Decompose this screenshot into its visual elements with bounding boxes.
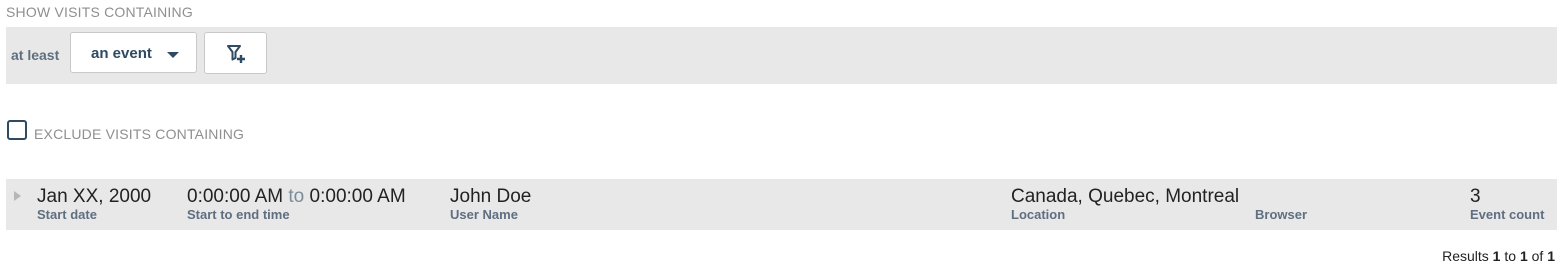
event-type-dropdown[interactable]: an event <box>70 32 197 73</box>
user-name-value: John Doe <box>450 186 532 207</box>
location-cell: Canada, Quebec, Montreal Location <box>1011 186 1239 222</box>
event-count-value: 3 <box>1470 186 1481 207</box>
time-connector: to <box>288 186 305 207</box>
results-summary: Results 1 to 1 of 1 <box>1442 248 1555 264</box>
add-filter-button[interactable] <box>204 32 267 74</box>
filter-plus-icon <box>227 45 245 63</box>
start-date-label: Start date <box>37 207 97 222</box>
event-type-selected: an event <box>91 45 152 62</box>
event-count-cell: 3 Event count <box>1470 186 1544 222</box>
caret-down-icon <box>167 52 179 58</box>
expand-arrow-icon[interactable] <box>14 191 21 201</box>
results-from: 1 <box>1492 248 1501 264</box>
event-count-label: Event count <box>1470 207 1545 222</box>
end-time-value: 0:00:00 AM <box>309 186 406 207</box>
show-visits-title: SHOW VISITS CONTAINING <box>6 4 193 20</box>
exclude-visits-label[interactable]: EXCLUDE VISITS CONTAINING <box>34 126 244 142</box>
exclude-checkbox[interactable] <box>7 120 27 140</box>
browser-cell: Browser <box>1255 186 1307 222</box>
user-name-cell: John Doe User Name <box>450 186 531 222</box>
browser-value <box>1255 186 1307 208</box>
location-value: Canada, Quebec, Montreal <box>1011 186 1240 207</box>
location-label: Location <box>1011 207 1066 222</box>
results-prefix: Results <box>1442 248 1489 264</box>
browser-label: Browser <box>1255 207 1308 222</box>
quantifier-label: at least <box>11 47 60 63</box>
results-of-word: of <box>1531 248 1544 264</box>
results-to-word: to <box>1504 248 1517 264</box>
time-range-cell: 0:00:00 AM to 0:00:00 AM Start to end ti… <box>187 186 406 222</box>
results-total: 1 <box>1547 248 1555 264</box>
start-time-value: 0:00:00 AM <box>187 186 284 207</box>
include-filter-bar: at least an event <box>6 27 1557 84</box>
visit-row[interactable]: Jan XX, 2000 Start date 0:00:00 AM to 0:… <box>6 179 1557 230</box>
results-to: 1 <box>1519 248 1528 264</box>
start-date-value: Jan XX, 2000 <box>37 186 152 207</box>
start-date-cell: Jan XX, 2000 Start date <box>37 186 151 222</box>
user-name-label: User Name <box>450 207 518 222</box>
time-range-label: Start to end time <box>187 207 290 222</box>
